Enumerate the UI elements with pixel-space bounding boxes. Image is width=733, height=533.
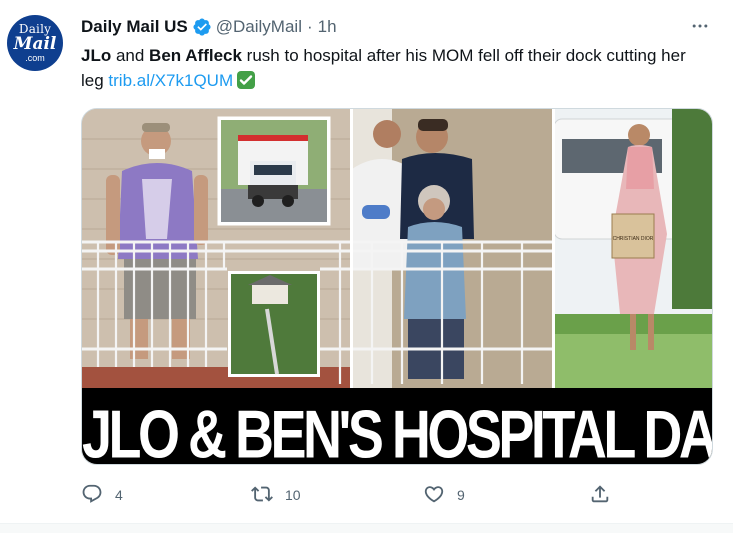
display-name[interactable]: Daily Mail US: [81, 17, 188, 37]
tweet-header: Daily Mail US @DailyMail · 1h: [81, 16, 337, 38]
reply-icon: [81, 483, 115, 508]
retweet-count: 10: [285, 487, 301, 503]
avatar-line-3: .com: [25, 53, 45, 63]
tweet-text-2: and: [111, 46, 150, 65]
tweet-text-bold-2: Ben Affleck: [149, 46, 242, 65]
like-button[interactable]: 9: [423, 480, 465, 510]
tweet-text-bold-1: JLo: [81, 46, 112, 65]
headline-banner: JLO & BEN'S HOSPITAL DASH: [82, 388, 712, 465]
more-options-icon[interactable]: [689, 15, 711, 37]
tweet-link[interactable]: trib.al/X7k1QUM: [108, 71, 233, 90]
check-mark-emoji-icon: [237, 71, 256, 89]
verified-badge-icon: [192, 17, 212, 37]
timestamp[interactable]: 1h: [318, 17, 337, 37]
retweet-button[interactable]: 10: [251, 480, 301, 510]
separator-dot: ·: [306, 17, 313, 36]
next-tweet-edge: [0, 524, 733, 533]
reply-button[interactable]: 4: [81, 480, 123, 510]
avatar[interactable]: Daily Mail .com: [7, 15, 63, 71]
retweet-icon: [251, 483, 285, 508]
tweet-text: JLo and Ben Affleck rush to hospital aft…: [81, 43, 701, 93]
user-handle[interactable]: @DailyMail: [216, 17, 302, 37]
like-count: 9: [457, 487, 465, 503]
share-button[interactable]: [589, 480, 623, 510]
tweet-actions: 4 10 9: [81, 480, 621, 510]
tweet: Daily Mail .com Daily Mail US @DailyMail…: [0, 0, 733, 533]
heart-icon: [423, 483, 457, 508]
avatar-line-2: Mail: [13, 34, 57, 54]
share-icon: [589, 483, 623, 508]
tweet-media-image[interactable]: CHRISTIAN DIOR JLO & BEN'S HOSPITAL DA: [81, 108, 713, 465]
bag-text: CHRISTIAN DIOR: [613, 236, 654, 242]
reply-count: 4: [115, 487, 123, 503]
headline-text: JLO & BEN'S HOSPITAL DASH: [82, 397, 712, 465]
